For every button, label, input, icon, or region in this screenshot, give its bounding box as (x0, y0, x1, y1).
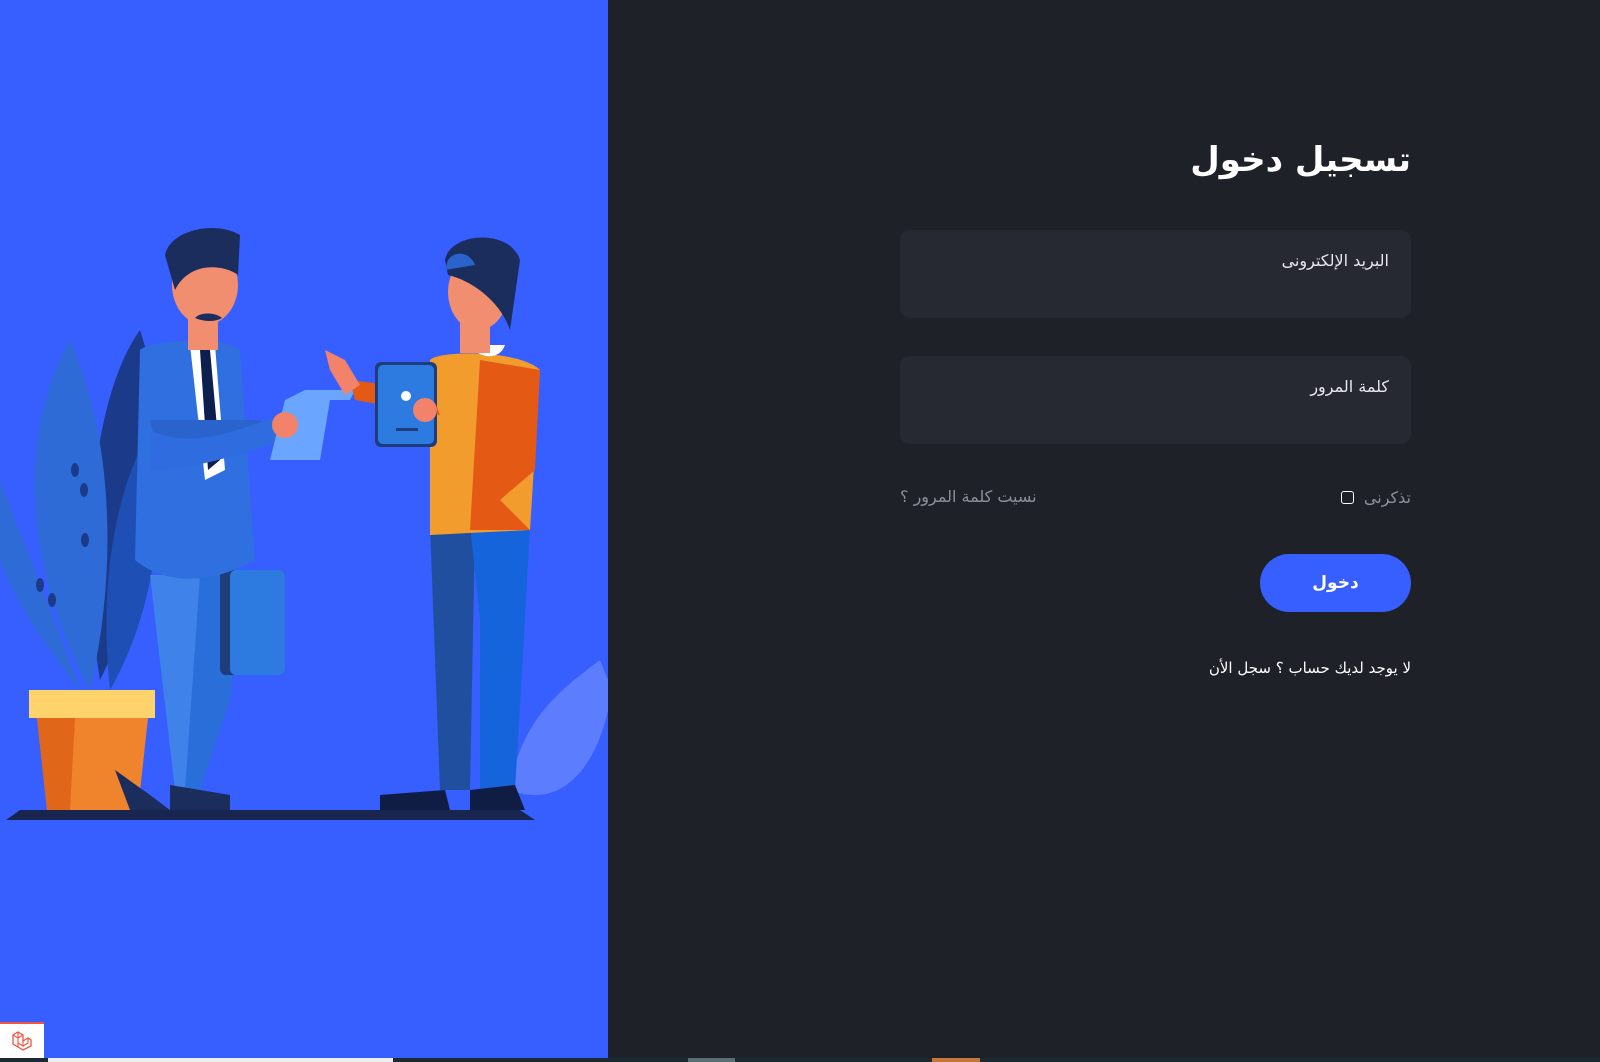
login-button[interactable]: دخول (1260, 554, 1411, 612)
password-input[interactable] (900, 356, 1411, 444)
laravel-icon (12, 1031, 32, 1051)
business-illustration (0, 227, 608, 820)
remember-me-label: تذكرنى (1363, 487, 1411, 507)
email-input[interactable] (900, 230, 1411, 318)
email-field[interactable] (900, 230, 1411, 318)
laravel-logo-icon[interactable] (0, 1022, 44, 1058)
remember-me[interactable]: تذكرنى (1340, 482, 1411, 512)
bottom-strip (0, 1058, 1600, 1062)
signup-link[interactable]: لا يوجد لديك حساب ؟ سجل الأن (900, 656, 1411, 680)
page-title: تسجيل دخول (1190, 140, 1411, 180)
remember-me-checkbox[interactable] (1340, 490, 1354, 504)
forgot-password-link[interactable]: نسيت كلمة المرور ؟ (900, 482, 1037, 512)
illustration-panel (0, 0, 608, 1058)
login-form: تسجيل دخول تذكرنى نسيت كلمة المرور ؟ دخو… (900, 130, 1411, 680)
password-field[interactable] (900, 356, 1411, 444)
login-options: تذكرنى نسيت كلمة المرور ؟ (900, 482, 1411, 512)
